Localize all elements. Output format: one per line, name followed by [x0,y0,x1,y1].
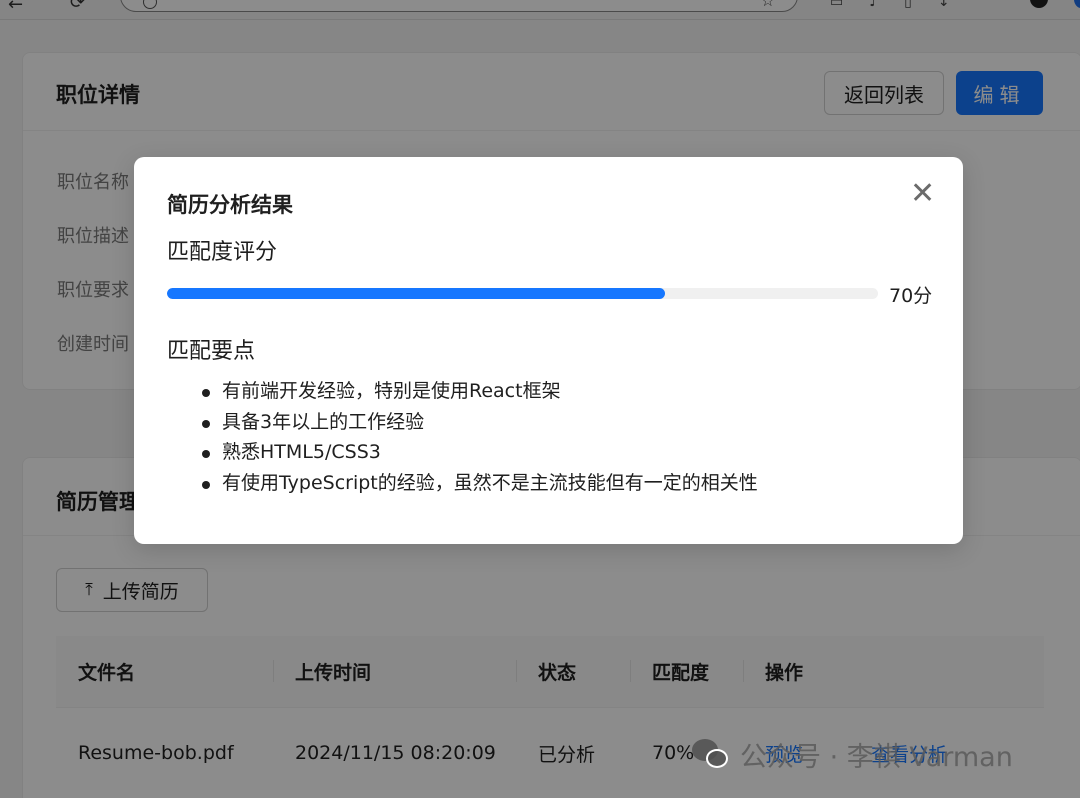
match-score-text: 70分 [889,285,933,307]
list-item: 有前端开发经验，特别是使用React框架 [202,376,758,407]
close-icon[interactable]: ✕ [910,179,935,209]
points-section-title: 匹配要点 [167,339,256,364]
analysis-modal: 简历分析结果 ✕ 匹配度评分 70分 匹配要点 有前端开发经验，特别是使用Rea… [134,157,963,544]
match-progress-fill [167,288,665,299]
match-progress-bar [167,288,878,299]
match-points-list: 有前端开发经验，特别是使用React框架 具备3年以上的工作经验 熟悉HTML5… [202,376,758,499]
list-item: 有使用TypeScript的经验，虽然不是主流技能但有一定的相关性 [202,468,758,499]
wechat-watermark: 公众号 · 李祺 Varman [692,734,1013,774]
score-section-title: 匹配度评分 [167,240,278,265]
list-item: 熟悉HTML5/CSS3 [202,437,758,468]
modal-title: 简历分析结果 [167,193,293,217]
wechat-icon [692,737,732,771]
watermark-text: 公众号 · 李祺 Varman [740,741,1013,773]
list-item: 具备3年以上的工作经验 [202,407,758,438]
